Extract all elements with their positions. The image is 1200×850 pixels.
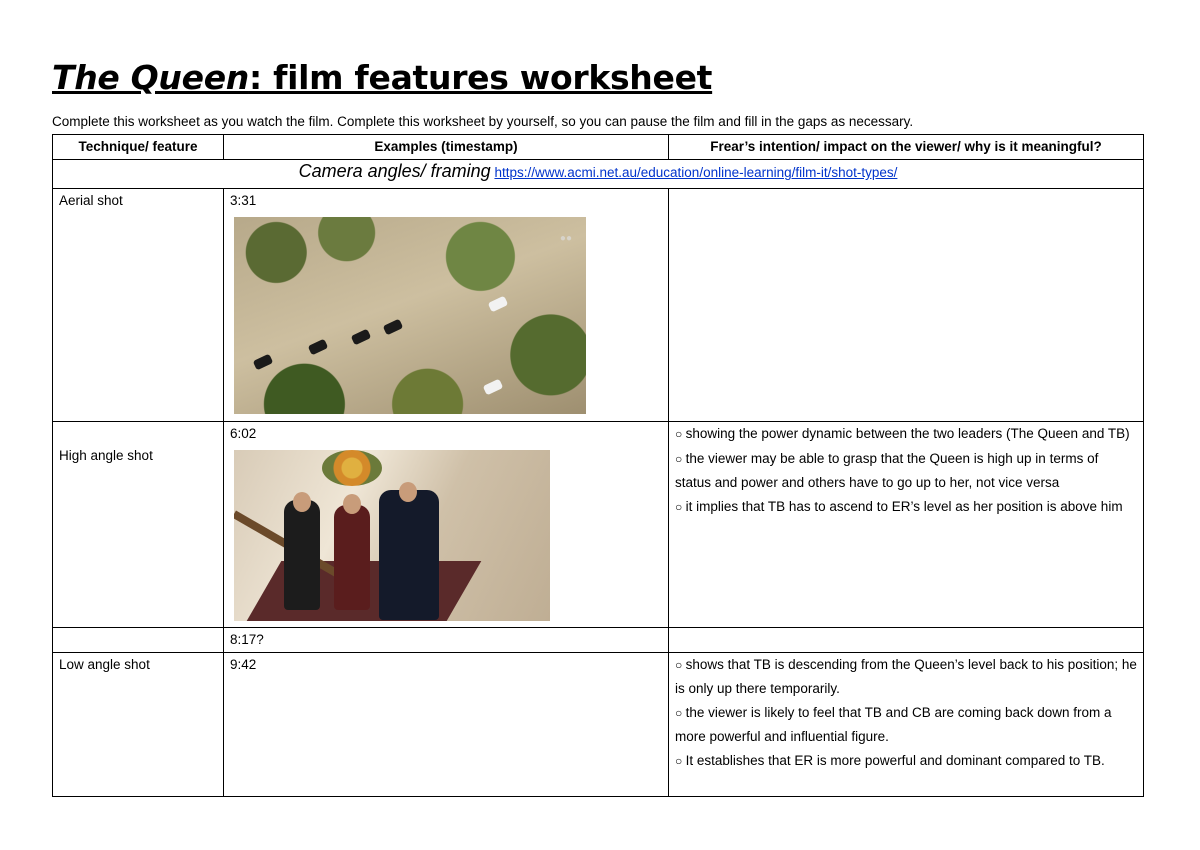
list-item: It establishes that ER is more powerful …	[675, 749, 1137, 774]
examples-cell: 9:42	[223, 651, 669, 797]
section-row: Camera angles/ framing https://www.acmi.…	[52, 159, 1144, 189]
technique-label: High angle shot	[59, 448, 153, 463]
technique-cell: Aerial shot	[52, 188, 224, 422]
technique-cell: High angle shot	[52, 421, 224, 628]
examples-cell: 6:02	[223, 421, 669, 628]
car-icon	[307, 338, 329, 355]
car-icon	[487, 295, 509, 312]
notes-list: showing the power dynamic between the tw…	[675, 422, 1137, 519]
examples-cell: 8:17?	[223, 627, 669, 653]
header-examples: Examples (timestamp)	[223, 134, 669, 160]
table-row-extra: 8:17?	[52, 627, 1144, 653]
timestamp: 8:17?	[230, 632, 264, 647]
section-cell: Camera angles/ framing https://www.acmi.…	[52, 159, 1144, 189]
staircase-scene-image	[234, 449, 550, 621]
header-row: Technique/ feature Examples (timestamp) …	[52, 134, 1144, 160]
film-title: The Queen	[52, 58, 249, 97]
table-row-aerial: Aerial shot 3:31 ●●	[52, 188, 1144, 422]
header-technique: Technique/ feature	[52, 134, 224, 160]
timestamp: 3:31	[230, 193, 257, 208]
list-item: the viewer may be able to grasp that the…	[675, 447, 1137, 495]
timestamp: 6:02	[230, 426, 257, 441]
instructions: Complete this worksheet as you watch the…	[52, 114, 914, 129]
list-item: showing the power dynamic between the tw…	[675, 422, 1137, 447]
intention-cell	[668, 627, 1144, 653]
table-row-low-angle: Low angle shot 9:42 shows that TB is des…	[52, 651, 1144, 797]
list-item: it implies that TB has to ascend to ER’s…	[675, 495, 1137, 520]
worksheet-table: Technique/ feature Examples (timestamp) …	[52, 134, 1144, 797]
channel-logo-icon: ●●	[559, 232, 572, 244]
intention-cell: showing the power dynamic between the tw…	[668, 421, 1144, 628]
worksheet-title: The Queen: film features worksheet	[52, 58, 712, 97]
examples-cell: 3:31 ●●	[223, 188, 669, 422]
title-suffix: : film features worksheet	[248, 58, 713, 97]
technique-cell: Low angle shot	[52, 651, 224, 797]
shot-types-link[interactable]: https://www.acmi.net.au/education/online…	[494, 165, 897, 180]
aerial-city-street-image: ●●	[234, 216, 586, 414]
header-intention: Frear’s intention/ impact on the viewer/…	[668, 134, 1144, 160]
intention-cell	[668, 188, 1144, 422]
notes-list: shows that TB is descending from the Que…	[675, 653, 1137, 774]
section-title: Camera angles/ framing	[298, 161, 491, 181]
intention-cell: shows that TB is descending from the Que…	[668, 651, 1144, 797]
list-item: shows that TB is descending from the Que…	[675, 653, 1137, 701]
table-row-high-angle: High angle shot 6:02 showing the power d…	[52, 421, 1144, 628]
technique-cell	[52, 627, 224, 653]
flower-arrangement-icon	[322, 449, 382, 486]
list-item: the viewer is likely to feel that TB and…	[675, 701, 1137, 749]
timestamp: 9:42	[230, 656, 257, 672]
car-icon	[482, 378, 504, 395]
car-icon	[350, 328, 372, 345]
car-icon	[252, 353, 274, 370]
car-icon	[382, 318, 404, 335]
